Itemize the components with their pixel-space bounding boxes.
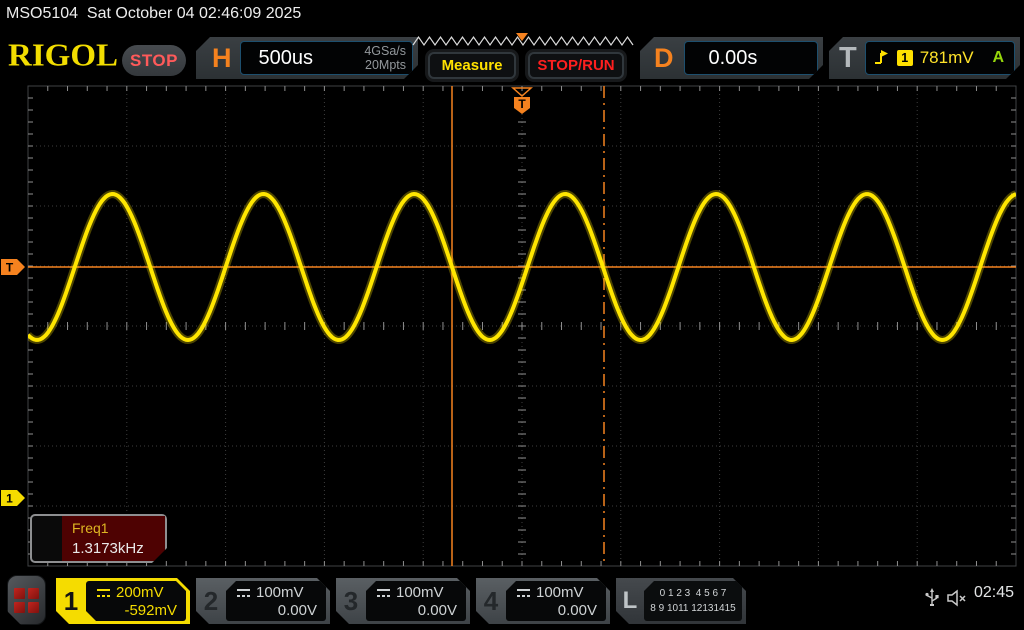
channel-3-number: 3 — [336, 578, 366, 624]
channel-1-number: 1 — [56, 578, 86, 624]
channel-2-info: 100mV 0.00V — [226, 581, 326, 621]
channel-1-zero-marker — [1, 490, 25, 506]
memory-depth: 20Mpts — [365, 58, 406, 72]
channel-3-offset: 0.00V — [366, 601, 466, 619]
channel-1-tab[interactable]: 1 200mV -592mV — [56, 578, 190, 624]
svg-text:1: 1 — [6, 492, 13, 506]
channel-4-info: 100mV 0.00V — [506, 581, 606, 621]
trigger-source-badge: 1 — [897, 50, 913, 66]
speaker-muted-icon[interactable] — [946, 589, 968, 607]
svg-text:T: T — [518, 97, 526, 111]
oscilloscope-screen: MSO5104 Sat October 04 02:46:09 2025 RIG… — [0, 0, 1024, 630]
run-state-indicator[interactable]: STOP — [122, 45, 186, 76]
dc-coupling-icon — [516, 588, 531, 598]
channel-3-info: 100mV 0.00V — [366, 581, 466, 621]
channel-2-scale: 100mV — [256, 584, 304, 601]
digital-channels-row1: 0 1 2 3 4 5 6 7 — [644, 586, 742, 602]
stop-run-button-label: STOP/RUN — [537, 57, 614, 74]
logic-analyzer-tab[interactable]: L 0 1 2 3 4 5 6 7 8 9 1011 12131415 — [616, 578, 746, 624]
channel-4-number: 4 — [476, 578, 506, 624]
channel-status-bar: 1 200mV -592mV 2 — [0, 572, 1024, 630]
trigger-settings-block[interactable]: T 1 781mV A — [829, 37, 1020, 79]
logic-analyzer-label: L — [616, 578, 644, 624]
app-menu-button[interactable] — [7, 575, 46, 625]
channel-1-offset: -592mV — [86, 601, 186, 619]
app-menu-icon — [14, 588, 39, 613]
measurement-name: Freq1 — [72, 520, 165, 536]
acquisition-info: 4GSa/s 20Mpts — [364, 44, 412, 73]
sample-rate: 4GSa/s — [364, 44, 406, 58]
trigger-box: 1 781mV A — [865, 41, 1015, 75]
system-clock: 02:45 — [974, 584, 1014, 602]
horizontal-settings-block[interactable]: H 500us 4GSa/s 20Mpts — [196, 37, 418, 79]
trigger-label: T — [839, 44, 857, 73]
usb-icon — [924, 588, 940, 608]
channel-2-number: 2 — [196, 578, 226, 624]
trigger-level-value: 781mV — [920, 48, 986, 68]
channel-3-scale: 100mV — [396, 584, 444, 601]
trigger-mode-auto: A — [992, 49, 1006, 67]
timebase-box: 500us 4GSa/s 20Mpts — [240, 41, 414, 75]
memory-waveform-indicator[interactable] — [410, 33, 636, 49]
dc-coupling-icon — [376, 588, 391, 598]
digital-channels-list: 0 1 2 3 4 5 6 7 8 9 1011 12131415 — [644, 581, 742, 621]
header-bar: RIGOL STOP H 500us 4GSa/s 20Mpts Measure… — [0, 30, 1024, 82]
delay-value: 0.00s — [685, 47, 758, 70]
dc-coupling-icon — [96, 588, 111, 598]
rigol-logo: RIGOL — [8, 39, 118, 74]
horizontal-label: H — [212, 45, 232, 72]
channel-1-scale: 200mV — [116, 584, 164, 601]
delay-label: D — [654, 45, 674, 72]
svg-text:T: T — [6, 261, 14, 275]
channel-4-tab[interactable]: 4 100mV 0.00V — [476, 578, 610, 624]
channel-4-scale: 100mV — [536, 584, 584, 601]
trigger-slope-icon — [874, 50, 890, 66]
timebase-value: 500us — [241, 47, 365, 70]
top-title-bar: MSO5104 Sat October 04 02:46:09 2025 — [0, 0, 1024, 30]
measurement-value: 1.3173kHz — [72, 540, 165, 557]
dc-coupling-icon — [236, 588, 251, 598]
measure-button[interactable]: Measure — [428, 52, 516, 79]
channel-1-info: 200mV -592mV — [86, 581, 186, 621]
channel-2-tab[interactable]: 2 100mV 0.00V — [196, 578, 330, 624]
channel-3-tab[interactable]: 3 100mV 0.00V — [336, 578, 470, 624]
delay-settings-block[interactable]: D 0.00s — [640, 37, 823, 79]
channel-4-offset: 0.00V — [506, 601, 606, 619]
digital-channels-row2: 8 9 1011 12131415 — [644, 601, 742, 617]
model-and-datetime: MSO5104 Sat October 04 02:46:09 2025 — [6, 5, 301, 23]
stop-run-button[interactable]: STOP/RUN — [528, 52, 624, 79]
channel-2-offset: 0.00V — [226, 601, 326, 619]
measure-button-label: Measure — [442, 57, 503, 74]
measurement-area: Freq1 1.3173kHz — [62, 516, 165, 561]
delay-box: 0.00s — [684, 41, 819, 75]
measurement-result-box[interactable]: Freq1 1.3173kHz — [30, 514, 167, 563]
